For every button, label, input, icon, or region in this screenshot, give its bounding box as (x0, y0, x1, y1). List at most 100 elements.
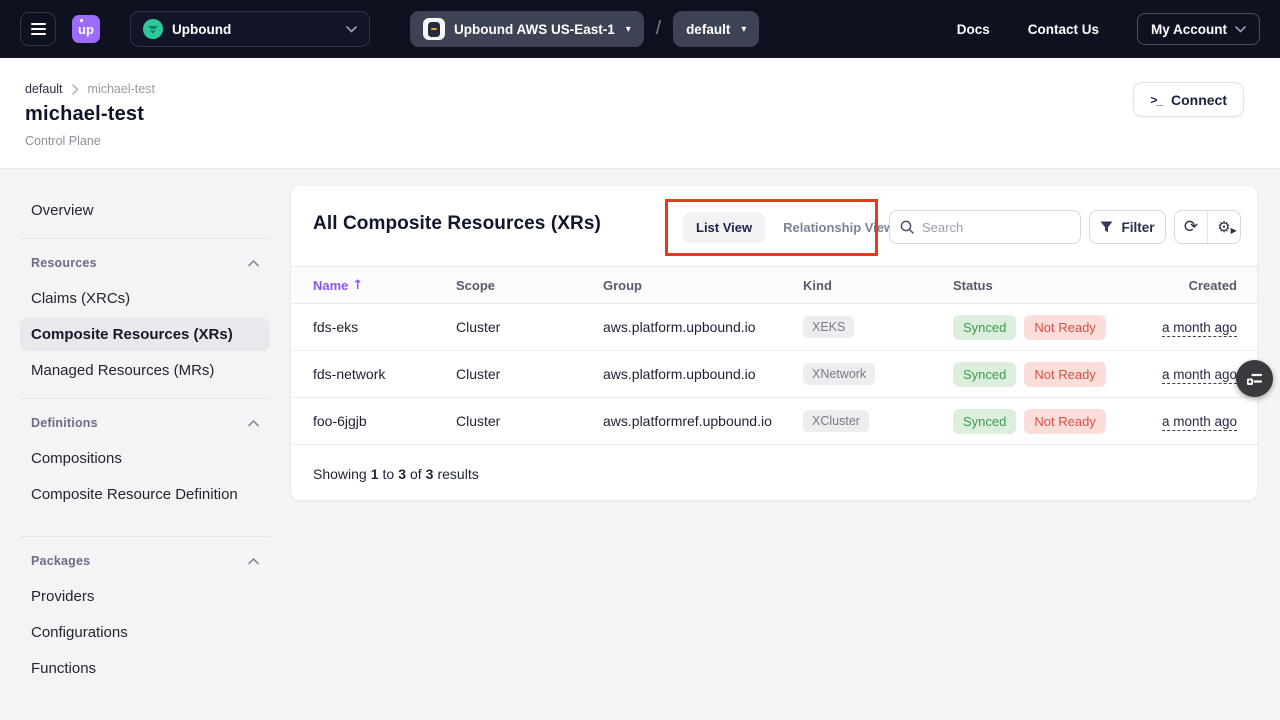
chevron-right-icon (72, 84, 79, 95)
upbound-logo[interactable]: up (72, 15, 100, 43)
path-separator: / (656, 18, 661, 40)
chevron-down-icon (346, 26, 357, 33)
view-toggle: List View Relationship View (683, 212, 896, 243)
cell-created: a month ago (1143, 414, 1237, 429)
column-header-scope[interactable]: Scope (456, 278, 603, 293)
sidebar-section-resources[interactable]: Resources (20, 250, 270, 276)
breadcrumb-parent[interactable]: default (25, 82, 63, 96)
column-header-name[interactable]: Name ↑ (313, 278, 456, 293)
created-tooltip-link[interactable]: a month ago (1162, 367, 1237, 384)
hamburger-menu-icon[interactable] (20, 12, 56, 46)
list-view-tab[interactable]: List View (683, 212, 765, 243)
column-header-group[interactable]: Group (603, 278, 803, 293)
sidebar-item-functions[interactable]: Functions (20, 652, 270, 685)
cell-status: Synced Not Ready (953, 409, 1143, 434)
namespace-selector[interactable]: default ▾ (673, 11, 759, 47)
sidebar-divider (20, 536, 270, 537)
cell-kind: XNetwork (803, 363, 953, 385)
page-subtitle: Control Plane (25, 134, 1280, 148)
cell-group: aws.platform.upbound.io (603, 319, 803, 335)
created-tooltip-link[interactable]: a month ago (1162, 414, 1237, 431)
cell-scope: Cluster (456, 413, 603, 429)
section-label: Packages (31, 554, 90, 568)
kind-badge: XEKS (803, 316, 854, 338)
sidebar-section-packages[interactable]: Packages (20, 548, 270, 574)
sidebar-divider (20, 398, 270, 399)
sidebar-item-composite-resources[interactable]: Composite Resources (XRs) (20, 318, 270, 351)
section-label: Definitions (31, 416, 98, 430)
auto-refresh-settings-button[interactable]: ⚙▶ (1207, 211, 1240, 243)
filter-button[interactable]: Filter (1089, 210, 1166, 244)
not-ready-badge: Not Ready (1024, 315, 1105, 340)
sidebar-item-managed-resources[interactable]: Managed Resources (MRs) (20, 354, 270, 387)
organization-selector[interactable]: Upbound (130, 11, 370, 47)
cell-status: Synced Not Ready (953, 362, 1143, 387)
docs-link[interactable]: Docs (957, 22, 990, 37)
cell-name: foo-6jgjb (313, 413, 456, 429)
cell-kind: XEKS (803, 316, 953, 338)
created-tooltip-link[interactable]: a month ago (1162, 320, 1237, 337)
sidebar-item-configurations[interactable]: Configurations (20, 616, 270, 649)
footer-from: 1 (371, 466, 379, 482)
search-input[interactable] (922, 220, 1070, 235)
table-footer: Showing 1 to 3 of 3 results (291, 445, 1257, 502)
kind-badge: XCluster (803, 410, 869, 432)
refresh-button[interactable]: ⟳ (1175, 211, 1207, 243)
sidebar-item-compositions[interactable]: Compositions (20, 442, 270, 475)
cell-scope: Cluster (456, 319, 603, 335)
column-header-created[interactable]: Created (1143, 278, 1237, 293)
composite-resources-panel: All Composite Resources (XRs) List View … (290, 185, 1258, 501)
not-ready-badge: Not Ready (1024, 362, 1105, 387)
logo-text: up (78, 22, 94, 37)
footer-text: of (410, 466, 422, 482)
organization-label: Upbound (172, 22, 231, 37)
sidebar-item-overview[interactable]: Overview (20, 194, 270, 227)
sidebar-item-composite-resource-definition[interactable]: Composite Resource Definition (20, 478, 270, 511)
cell-scope: Cluster (456, 366, 603, 382)
feedback-widget-button[interactable] (1236, 360, 1273, 397)
sidebar-divider (20, 238, 270, 239)
refresh-controls: ⟳ ⚙▶ (1174, 210, 1241, 244)
footer-to: 3 (398, 466, 406, 482)
cell-kind: XCluster (803, 410, 953, 432)
sort-ascending-icon: ↑ (352, 278, 363, 293)
top-nav: up Upbound Upbound AWS US-East-1 ▾ / def… (0, 0, 1280, 58)
sidebar-section-definitions[interactable]: Definitions (20, 410, 270, 436)
chevron-up-icon (248, 558, 259, 565)
cell-name: fds-eks (313, 319, 456, 335)
contact-us-link[interactable]: Contact Us (1028, 22, 1099, 37)
table-row[interactable]: fds-network Cluster aws.platform.upbound… (291, 351, 1257, 398)
my-account-label: My Account (1151, 22, 1227, 37)
sidebar-item-providers[interactable]: Providers (20, 580, 270, 613)
organization-icon (143, 19, 163, 39)
page-title: michael-test (25, 103, 1280, 126)
chevron-down-icon (1235, 26, 1246, 33)
footer-total: 3 (426, 466, 434, 482)
my-account-button[interactable]: My Account (1137, 13, 1260, 45)
refresh-icon: ⟳ (1184, 219, 1198, 236)
cell-created: a month ago (1143, 367, 1237, 382)
cell-group: aws.platformref.upbound.io (603, 413, 803, 429)
control-plane-selector[interactable]: Upbound AWS US-East-1 ▾ (410, 11, 644, 47)
footer-text: results (437, 466, 478, 482)
synced-badge: Synced (953, 409, 1016, 434)
table-row[interactable]: fds-eks Cluster aws.platform.upbound.io … (291, 304, 1257, 351)
caret-down-icon: ▾ (626, 24, 631, 35)
table-header: Name ↑ Scope Group Kind Status Created (291, 266, 1257, 304)
synced-badge: Synced (953, 362, 1016, 387)
footer-text: Showing (313, 466, 367, 482)
search-icon (900, 220, 914, 234)
synced-badge: Synced (953, 315, 1016, 340)
breadcrumb-current: michael-test (88, 82, 155, 96)
column-header-kind[interactable]: Kind (803, 278, 953, 293)
chevron-up-icon (248, 420, 259, 427)
table-row[interactable]: foo-6jgjb Cluster aws.platformref.upboun… (291, 398, 1257, 445)
kind-badge: XNetwork (803, 363, 875, 385)
terminal-icon: >_ (1150, 93, 1162, 107)
column-header-status[interactable]: Status (953, 278, 1143, 293)
caret-down-icon: ▾ (741, 24, 746, 35)
sidebar-item-claims[interactable]: Claims (XRCs) (20, 282, 270, 315)
connect-button[interactable]: >_ Connect (1133, 82, 1244, 117)
relationship-view-tab[interactable]: Relationship View (781, 212, 896, 243)
panel-title: All Composite Resources (XRs) (313, 213, 601, 235)
